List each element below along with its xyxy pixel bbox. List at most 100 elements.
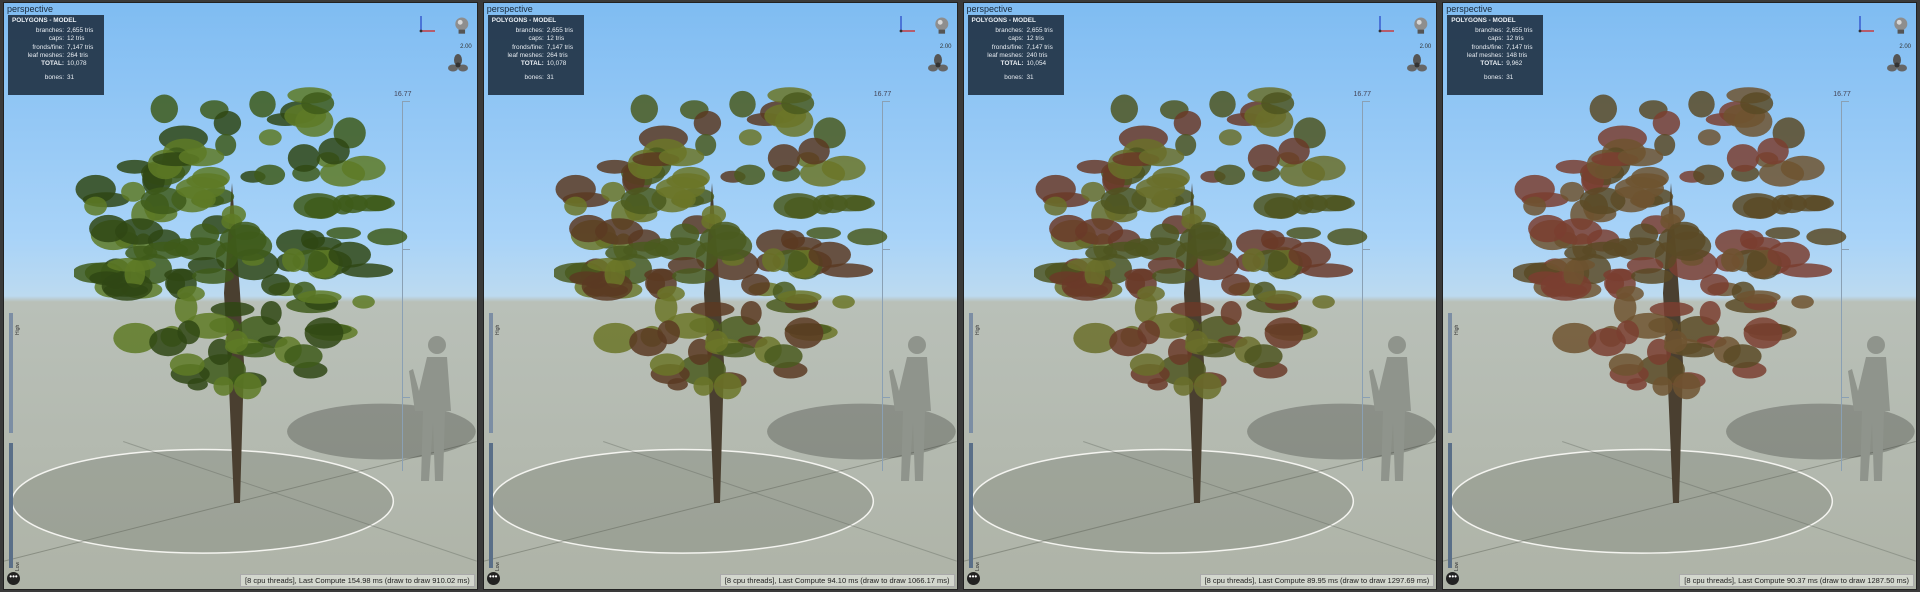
foliage-cluster bbox=[832, 295, 855, 309]
stats-key: caps: bbox=[528, 35, 544, 43]
lod-slider[interactable]: High Low bbox=[1447, 313, 1461, 573]
lod-high-label: High bbox=[974, 324, 981, 335]
wind-fan-icon[interactable] bbox=[927, 53, 949, 77]
foliage-cluster bbox=[177, 320, 200, 345]
foliage-cluster bbox=[1765, 227, 1801, 240]
tree-foliage bbox=[74, 87, 408, 400]
axis-gizmo-icon[interactable] bbox=[415, 13, 437, 35]
stats-value: 12 tris bbox=[1026, 35, 1044, 43]
foliage-cluster bbox=[318, 137, 350, 165]
tree-foliage bbox=[553, 87, 888, 400]
foliage-cluster bbox=[583, 283, 628, 297]
lod-slider[interactable]: High Low bbox=[488, 313, 501, 573]
tree-foliage bbox=[1033, 87, 1367, 400]
foliage-cluster bbox=[84, 196, 107, 216]
foliage-cluster bbox=[254, 164, 286, 185]
foliage-cluster bbox=[125, 245, 158, 261]
foliage-cluster bbox=[1136, 320, 1160, 345]
viewport-panel-4[interactable]: perspective POLYGONS - MODEL branches: 2,… bbox=[1442, 2, 1917, 590]
foliage-cluster bbox=[103, 283, 149, 297]
foliage-cluster bbox=[733, 164, 765, 185]
stats-row: branches: 2,655 tris bbox=[12, 27, 100, 35]
foliage-cluster bbox=[341, 263, 394, 278]
lod-slider-fill[interactable] bbox=[9, 443, 13, 568]
foliage-cluster bbox=[1803, 195, 1831, 212]
axis-gizmo-icon[interactable] bbox=[895, 13, 917, 35]
foliage-cluster bbox=[282, 248, 305, 272]
more-options-icon[interactable]: ••• bbox=[486, 572, 500, 585]
foliage-cluster bbox=[297, 290, 342, 304]
lod-slider-fill[interactable] bbox=[968, 443, 973, 568]
compute-status-bar: [8 cpu threads], Last Compute 154.98 ms … bbox=[240, 574, 475, 587]
foliage-cluster bbox=[225, 330, 249, 353]
foliage-cluster bbox=[1732, 193, 1781, 219]
foliage-cluster bbox=[1615, 177, 1665, 200]
stats-value: 7,147 tris bbox=[1026, 43, 1053, 51]
stats-key: caps: bbox=[1487, 35, 1504, 43]
lod-slider-fill[interactable] bbox=[488, 443, 493, 568]
stats-key: bones: bbox=[44, 74, 64, 82]
tree-model[interactable] bbox=[1033, 63, 1374, 503]
stats-row: caps: 12 tris bbox=[972, 35, 1060, 43]
stats-key: branches: bbox=[1475, 27, 1504, 35]
stats-row: fronds/fine: 7,147 tris bbox=[972, 44, 1060, 52]
lod-high-label: High bbox=[15, 324, 21, 335]
lod-slider-track[interactable] bbox=[968, 313, 973, 433]
lod-slider[interactable]: High Low bbox=[968, 313, 981, 573]
foliage-cluster bbox=[740, 273, 770, 296]
foliage-cluster bbox=[563, 196, 587, 216]
more-options-icon[interactable]: ••• bbox=[7, 572, 20, 585]
tree-model[interactable] bbox=[553, 63, 894, 503]
foliage-cluster bbox=[1673, 372, 1701, 400]
foliage-cluster bbox=[1256, 290, 1302, 304]
viewport-panel-3[interactable]: perspective POLYGONS - MODEL branches: 2,… bbox=[962, 2, 1438, 590]
foliage-cluster bbox=[326, 227, 361, 240]
foliage-cluster bbox=[806, 227, 841, 240]
stats-key: branches: bbox=[515, 27, 544, 35]
tree-model[interactable] bbox=[74, 63, 414, 503]
lod-slider-track[interactable] bbox=[1448, 313, 1453, 433]
foliage-cluster bbox=[1252, 193, 1302, 219]
foliage-cluster bbox=[1806, 228, 1847, 246]
foliage-cluster bbox=[301, 92, 335, 115]
foliage-cluster bbox=[301, 230, 325, 249]
stats-value: 2,655 tris bbox=[1506, 27, 1533, 35]
foliage-cluster bbox=[213, 110, 242, 136]
lod-low-label: Low bbox=[1454, 561, 1461, 571]
wind-fan-icon[interactable] bbox=[1886, 53, 1908, 77]
foliage-cluster bbox=[763, 344, 803, 369]
axis-gizmo-icon[interactable] bbox=[1374, 13, 1396, 35]
foliage-cluster bbox=[1285, 227, 1321, 240]
foliage-cluster bbox=[738, 129, 762, 146]
light-bulb-icon[interactable]: 2.00 bbox=[1889, 15, 1911, 50]
light-bulb-icon[interactable]: 2.00 bbox=[450, 15, 472, 50]
lod-slider[interactable]: High Low bbox=[8, 313, 21, 573]
viewport-panel-1[interactable]: perspective POLYGONS - MODEL branches: 2,… bbox=[3, 2, 478, 590]
foliage-cluster bbox=[1609, 353, 1644, 376]
foliage-cluster bbox=[1138, 147, 1184, 167]
more-options-icon[interactable]: ••• bbox=[966, 572, 980, 585]
compute-status-bar: [8 cpu threads], Last Compute 89.95 ms (… bbox=[1199, 574, 1435, 587]
lod-slider-fill[interactable] bbox=[1448, 443, 1453, 568]
lod-slider-track[interactable] bbox=[9, 313, 13, 433]
foliage-cluster bbox=[287, 144, 320, 172]
foliage-cluster bbox=[740, 301, 762, 325]
light-bulb-icon[interactable]: 2.00 bbox=[1409, 15, 1431, 50]
wind-fan-icon[interactable] bbox=[1406, 53, 1428, 77]
foliage-cluster bbox=[777, 290, 822, 304]
foliage-cluster bbox=[729, 90, 756, 118]
lod-slider-track[interactable] bbox=[488, 313, 493, 433]
foliage-cluster bbox=[364, 195, 392, 212]
stats-value: 7,147 tris bbox=[1506, 43, 1533, 51]
stats-value: 7,147 tris bbox=[546, 43, 574, 51]
stats-value: 264 tris bbox=[546, 51, 568, 59]
foliage-cluster bbox=[1693, 164, 1725, 185]
light-bulb-icon[interactable]: 2.00 bbox=[930, 15, 952, 50]
foliage-cluster bbox=[1740, 230, 1765, 249]
wind-fan-icon[interactable] bbox=[447, 53, 469, 77]
axis-gizmo-icon[interactable] bbox=[1854, 13, 1876, 35]
foliage-cluster bbox=[1260, 92, 1294, 115]
tree-model[interactable] bbox=[1513, 63, 1853, 503]
foliage-cluster bbox=[304, 317, 344, 349]
viewport-panel-2[interactable]: perspective POLYGONS - MODEL branches: 2,… bbox=[482, 2, 958, 590]
